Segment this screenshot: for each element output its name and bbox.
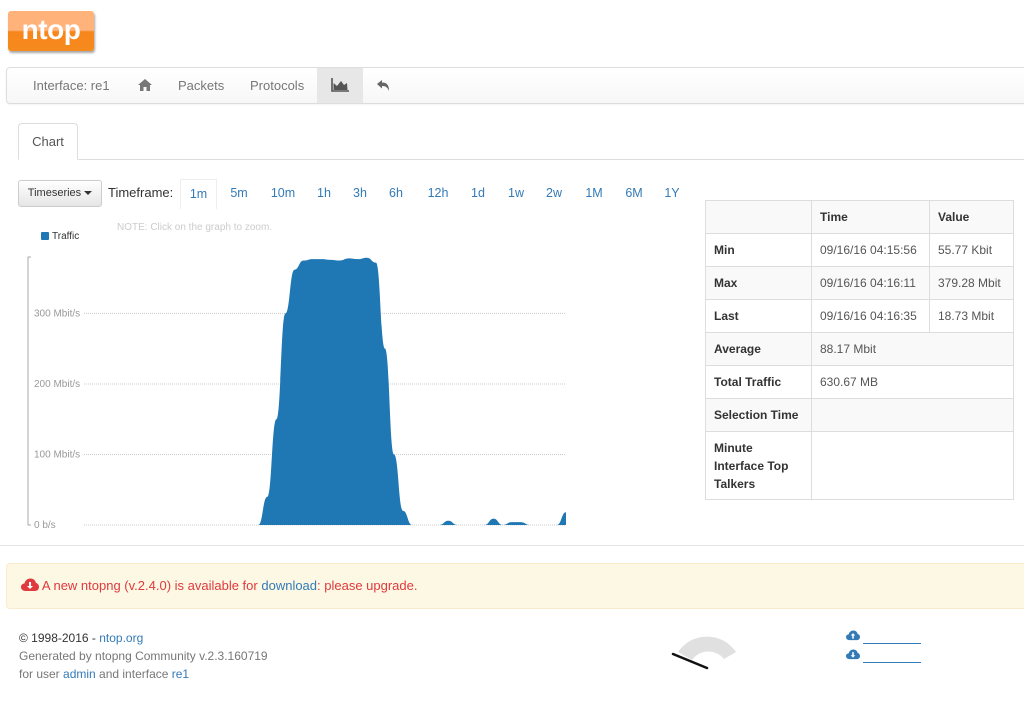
navbar: Interface: re1 Packets Protocols	[6, 67, 1024, 104]
y-tick-label: 200 Mbit/s	[34, 379, 80, 390]
tab-bar-border	[18, 159, 1024, 160]
home-icon	[138, 79, 152, 91]
download-traffic-link[interactable]	[846, 649, 921, 668]
stats-value: 55.77 Kbit	[929, 233, 1014, 267]
cloud-download-icon	[846, 649, 860, 660]
stats-row-selection: Selection Time	[705, 398, 1014, 432]
traffic-chart[interactable]: 0 b/s100 Mbit/s200 Mbit/s300 Mbit/s	[0, 245, 580, 530]
stats-header-value: Value	[929, 200, 1014, 234]
nav-protocols[interactable]: Protocols	[250, 68, 304, 103]
nav-back[interactable]	[373, 68, 393, 103]
timeframe-3h[interactable]: 3h	[346, 179, 374, 209]
throughput-gauge	[671, 636, 736, 670]
timeframe-2w[interactable]: 2w	[538, 179, 570, 209]
timeframe-6M[interactable]: 6M	[618, 179, 650, 209]
area-chart-icon	[331, 78, 349, 92]
stats-label: Average	[705, 332, 812, 366]
upgrade-alert: A new ntopng (v.2.4.0) is available for …	[6, 563, 1024, 609]
timeframe-label: Timeframe:	[108, 185, 174, 200]
nav-packets[interactable]: Packets	[178, 68, 224, 103]
stats-header-row: Time Value	[705, 200, 1014, 234]
stats-value: 88.17 Mbit	[811, 332, 1014, 366]
stats-value: 379.28 Mbit	[929, 266, 1014, 300]
timeframe-1d[interactable]: 1d	[464, 179, 492, 209]
timeseries-dropdown[interactable]: Timeseries	[18, 180, 102, 207]
stats-value: 630.67 MB	[811, 365, 1014, 399]
stats-label: Minute Interface Top Talkers	[705, 431, 812, 500]
zoom-note: NOTE: Click on the graph to zoom.	[117, 222, 273, 233]
tab-chart[interactable]: Chart	[18, 123, 78, 160]
stats-time: 09/16/16 04:15:56	[811, 233, 930, 267]
cloud-download-icon	[21, 578, 39, 591]
chart-legend: Traffic	[41, 231, 79, 242]
stats-time: 09/16/16 04:16:35	[811, 299, 930, 333]
timeseries-label: Timeseries	[27, 187, 82, 199]
stats-row-top-talkers: Minute Interface Top Talkers	[705, 431, 1014, 500]
stats-value: 18.73 Mbit	[929, 299, 1014, 333]
legend-label: Traffic	[52, 231, 80, 242]
stats-value	[811, 431, 1014, 500]
upload-link[interactable]	[846, 630, 921, 649]
timeframe-1w[interactable]: 1w	[500, 179, 532, 209]
caret-down-icon	[84, 191, 93, 196]
stats-value	[811, 398, 1014, 432]
timeframe-1h[interactable]: 1h	[310, 179, 338, 209]
stats-header-empty	[705, 200, 812, 234]
upload-value	[863, 643, 921, 644]
alert-text-before: A new ntopng (v.2.4.0) is available for	[41, 578, 262, 593]
stats-row-total: Total Traffic 630.67 MB	[705, 365, 1014, 399]
y-axis	[27, 256, 31, 526]
stats-label: Last	[705, 299, 812, 333]
footer: © 1998-2016 - ntop.org Generated by ntop…	[19, 629, 268, 683]
stats-row-min: Min 09/16/16 04:15:56 55.77 Kbit	[705, 233, 1014, 267]
cloud-upload-icon	[846, 630, 860, 641]
y-tick-label: 300 Mbit/s	[34, 308, 80, 319]
y-tick-label: 100 Mbit/s	[34, 449, 80, 460]
stats-table: Time Value Min 09/16/16 04:15:56 55.77 K…	[705, 200, 1014, 500]
generated-by: Generated by ntopng Community v.2.3.1607…	[19, 649, 268, 663]
stats-label: Max	[705, 266, 812, 300]
and-interface-text: and interface	[95, 667, 172, 681]
stats-header-time: Time	[811, 200, 930, 234]
nav-chart[interactable]	[317, 68, 363, 103]
timeframe-6h[interactable]: 6h	[382, 179, 410, 209]
traffic-links	[846, 630, 921, 668]
admin-link[interactable]: admin	[63, 667, 96, 681]
for-user-text: for user	[19, 667, 64, 681]
timeframe-1M[interactable]: 1M	[578, 179, 610, 209]
timeframe-10m[interactable]: 10m	[264, 179, 302, 209]
copyright: © 1998-2016 -	[19, 631, 100, 645]
download-value	[863, 662, 921, 663]
divider	[0, 545, 1024, 546]
download-link[interactable]: download	[261, 578, 317, 593]
ntop-logo[interactable]: ntop	[8, 11, 94, 51]
timeframe-1Y[interactable]: 1Y	[656, 179, 688, 209]
nav-home[interactable]	[131, 68, 159, 103]
traffic-area[interactable]	[32, 257, 566, 525]
interface-link[interactable]: re1	[172, 667, 189, 681]
gauge-arc	[678, 636, 736, 660]
nav-interface[interactable]: Interface: re1	[33, 68, 110, 103]
stats-row-average: Average 88.17 Mbit	[705, 332, 1014, 366]
timeframe-5m[interactable]: 5m	[222, 179, 256, 209]
timeframe-1m[interactable]: 1m	[180, 179, 217, 209]
timeframe-12h[interactable]: 12h	[420, 179, 456, 209]
stats-row-last: Last 09/16/16 04:16:35 18.73 Mbit	[705, 299, 1014, 333]
ntop-org-link[interactable]: ntop.org	[99, 631, 143, 645]
reply-icon	[376, 80, 389, 91]
stats-label: Min	[705, 233, 812, 267]
stats-label: Selection Time	[705, 398, 812, 432]
stats-time: 09/16/16 04:16:11	[811, 266, 930, 300]
legend-swatch	[41, 232, 49, 240]
alert-text-after: : please upgrade.	[317, 578, 418, 593]
stats-row-max: Max 09/16/16 04:16:11 379.28 Mbit	[705, 266, 1014, 300]
stats-label: Total Traffic	[705, 365, 812, 399]
